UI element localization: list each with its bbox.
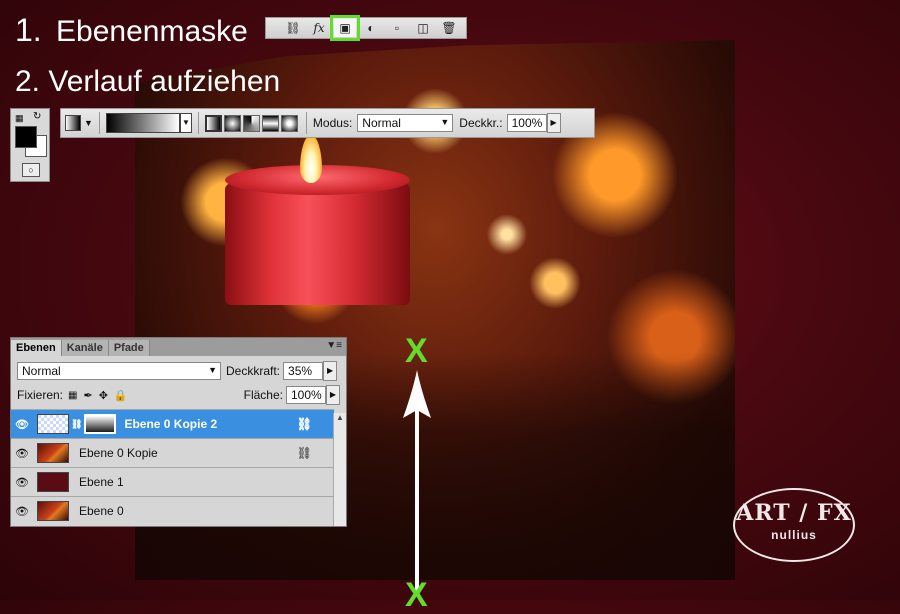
quick-mask-icon[interactable]: ○ [22,163,40,177]
deckkr-value: 100% [511,116,543,130]
deckkr-label: Deckkr.: [459,116,503,130]
deckkraft-label: Deckkraft: [226,364,281,378]
group-folder-icon[interactable]: ▫ [386,19,408,37]
linear-gradient-button[interactable] [204,114,222,132]
step-2-heading: 2. Verlauf aufziehen [15,65,281,98]
lock-image-icon[interactable]: ✒ [83,389,92,402]
tool-preset-chevron-icon[interactable]: ▼ [84,118,93,128]
layer-mask-thumbnail[interactable] [84,414,117,434]
diamond-gradient-button[interactable] [280,114,298,132]
lock-all-icon[interactable]: 🔒 [114,389,128,402]
lock-transparency-icon[interactable]: ▦ [68,390,77,401]
separator [197,112,199,134]
step-1-number: 1. [15,12,42,48]
modus-label: Modus: [312,116,353,130]
trash-icon[interactable]: 🗑 [438,19,460,37]
gradient-start-marker: X [405,576,428,614]
gradient-dropdown-chevron-icon[interactable]: ▼ [179,113,192,133]
scroll-up-icon[interactable]: ▲ [334,413,346,422]
layer-name: Ebene 0 Kopie [79,446,158,460]
modus-select[interactable]: Normal ▼ [357,114,454,132]
flaeche-label: Fläche: [243,388,283,402]
lock-position-icon[interactable]: ✥ [99,389,108,402]
gradient-options-bar: ▼ ▼ Modus: Normal ▼ Deckkr.: 100% ▶ [60,108,595,138]
layers-list: 👁 ⛓ Ebene 0 Kopie 2 ⛓ 👁 Ebene 0 Kopie ⛓ … [11,409,334,525]
reflected-gradient-button[interactable] [261,114,279,132]
gradient-tool-icon[interactable] [65,115,81,131]
default-colors-icon[interactable]: ▦ [15,113,24,124]
gradient-picker-swatch[interactable] [105,113,180,133]
tab-ebenen[interactable]: Ebenen [11,340,62,356]
radial-gradient-button[interactable] [223,114,241,132]
separator [98,112,100,134]
tab-kanaele[interactable]: Kanäle [61,340,109,356]
eye-icon[interactable]: 👁 [11,418,33,431]
layer-thumbnail [37,414,69,434]
angle-gradient-button[interactable] [242,114,260,132]
gradient-drag-arrow [403,370,431,592]
layer-name: Ebene 1 [79,475,124,489]
flaeche-slider-toggle-icon[interactable]: ▶ [326,385,340,405]
eye-icon[interactable]: 👁 [11,505,33,518]
eye-icon[interactable]: 👁 [11,447,33,460]
layer-mask-icon[interactable]: ▣ [330,15,360,41]
deckkr-input[interactable]: 100% [506,114,547,132]
panel-tabs: Ebenen Kanäle Pfade ▼≡ [11,338,346,356]
layer-row-ebene-0[interactable]: 👁 Ebene 0 [11,496,334,525]
deckkraft-input[interactable]: 35% [283,362,324,380]
chain-link-icon[interactable]: ⛓ [71,419,82,430]
layer-thumbnail [37,501,69,521]
step-1-label: Ebenenmaske [56,15,248,48]
deckkraft-value: 35% [288,364,313,378]
flaeche-value: 100% [291,388,322,402]
blend-mode-value: Normal [22,364,61,378]
adjustment-layer-icon[interactable]: ◐ [360,19,382,37]
link-icon: ⛓ [296,446,312,460]
blend-row: Normal ▼ Deckkraft: 35% ▶ [11,359,346,383]
fx-label: fx [313,21,325,35]
layers-scrollbar[interactable]: ▲ [333,413,346,526]
layer-name: Ebene 0 [79,504,124,518]
step-1-heading: 1. Ebenenmaske [15,12,248,49]
link-icon: ⛓ [296,417,312,431]
flaeche-input[interactable]: 100% [286,386,326,404]
logo-sub-text: nullius [771,528,817,542]
artfx-logo: ART / FX nullius [733,488,855,562]
logo-main-text: ART / FX [736,500,852,526]
deckkr-slider-toggle-icon[interactable]: ▶ [546,113,561,133]
tab-pfade[interactable]: Pfade [108,340,150,356]
layers-bottom-toolbar: ⛓ fx ▣ ◐ ▫ ◫ 🗑 [265,15,467,41]
link-icon[interactable]: ⛓ [282,19,304,37]
eye-icon[interactable]: 👁 [11,476,33,489]
blend-mode-select[interactable]: Normal ▼ [17,362,221,380]
chevron-down-icon: ▼ [208,365,217,375]
lock-row: Fixieren: ▦ ✒ ✥ 🔒 Fläche: 100% ▶ [11,383,346,407]
deckkraft-slider-toggle-icon[interactable]: ▶ [323,361,338,381]
foreground-color-swatch[interactable] [15,126,37,148]
modus-value: Normal [362,116,401,130]
layer-row-ebene-0-kopie[interactable]: 👁 Ebene 0 Kopie ⛓ [11,438,334,467]
separator [305,112,307,134]
color-tool-palette: ▦ ↻ ○ [10,108,50,182]
layer-row-ebene-1[interactable]: 👁 Ebene 1 [11,467,334,496]
new-layer-icon[interactable]: ◫ [412,19,434,37]
fixieren-label: Fixieren: [17,388,64,402]
layers-panel: Ebenen Kanäle Pfade ▼≡ Normal ▼ Deckkraf… [10,337,347,527]
chevron-down-icon: ▼ [440,117,450,127]
swap-colors-icon[interactable]: ↻ [33,111,41,122]
layer-name: Ebene 0 Kopie 2 [124,417,218,431]
layer-thumbnail [37,443,69,463]
layer-thumbnail [37,472,69,492]
fx-icon[interactable]: fx [308,19,330,37]
layer-row-ebene-0-kopie-2[interactable]: 👁 ⛓ Ebene 0 Kopie 2 ⛓ [11,409,334,438]
gradient-end-marker: X [405,332,428,370]
panel-menu-icon[interactable]: ▼≡ [326,340,342,351]
